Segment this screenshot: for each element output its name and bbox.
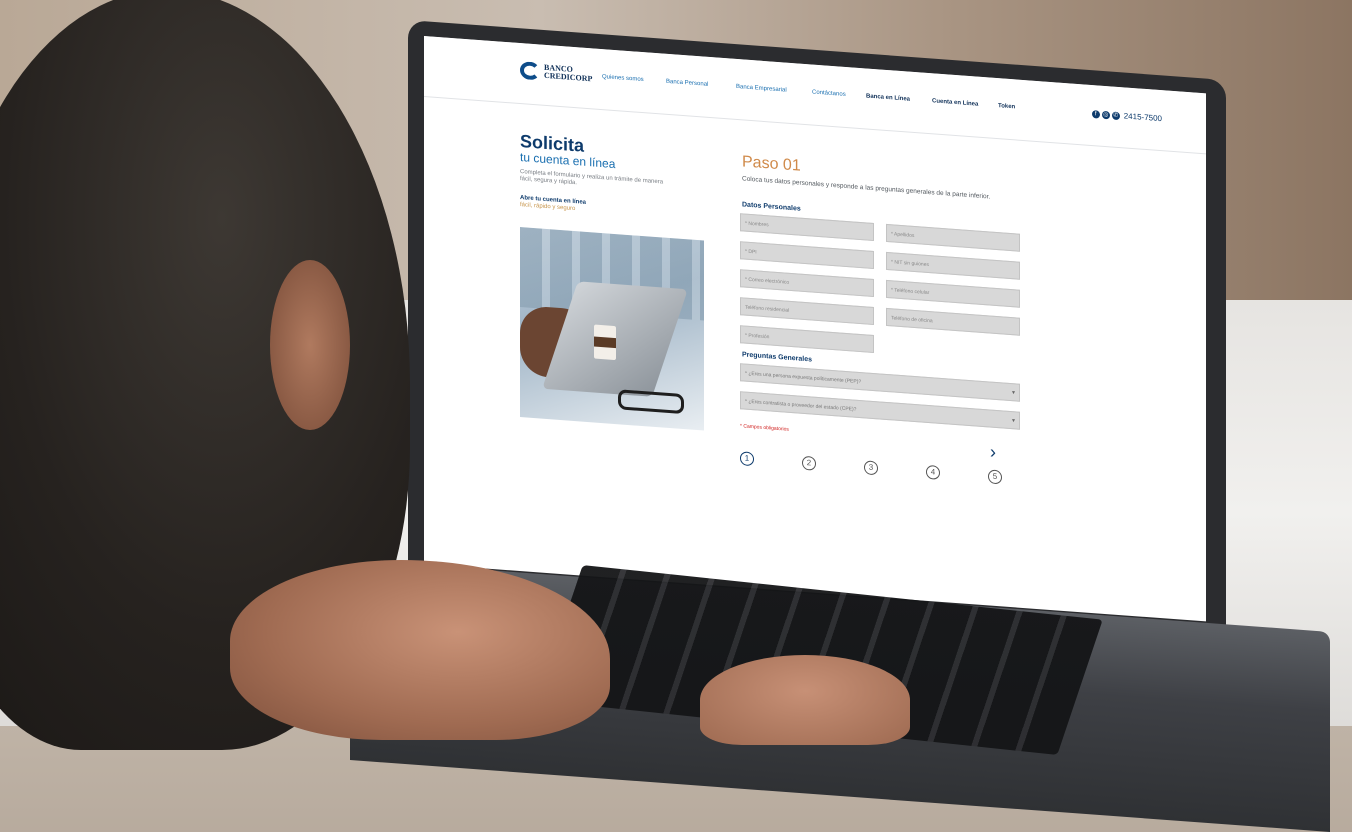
chevron-down-icon: ▾ xyxy=(1011,418,1015,425)
person-right-hand xyxy=(700,655,910,745)
name-field[interactable]: * Nombres xyxy=(740,213,874,242)
step-title: Paso 01 xyxy=(742,153,801,175)
dpi-field[interactable]: * DPI xyxy=(740,241,874,270)
person-ear xyxy=(270,260,350,430)
hero-description: Completa el formulario y realiza un trám… xyxy=(520,169,664,187)
cpe-question-label: * ¿Eres contratista o proveedor del esta… xyxy=(745,398,857,413)
chevron-down-icon: ▾ xyxy=(1011,390,1015,397)
email-field[interactable]: * Correo electrónico xyxy=(740,269,874,298)
home-phone-field[interactable]: Teléfono residencial xyxy=(740,297,874,326)
nav-link-banca-personal[interactable]: Banca Personal xyxy=(666,79,736,90)
mobile-phone-field[interactable]: * Teléfono celular xyxy=(886,279,1020,308)
nav-link-token[interactable]: Token xyxy=(998,103,1028,111)
nav-link-banca-en-linea[interactable]: Banca en Línea xyxy=(866,93,932,104)
step-indicator-3[interactable]: 3 xyxy=(864,460,878,476)
step-indicator-4[interactable]: 4 xyxy=(926,464,940,480)
nit-field[interactable]: * NIT sin guiones xyxy=(886,251,1020,280)
bank-logo[interactable]: BANCO CREDICORP xyxy=(520,61,592,84)
instagram-icon[interactable]: ◎ xyxy=(1101,110,1110,119)
nav-links: Quienes somos Banca Personal Banca Empre… xyxy=(602,74,1028,111)
contact-phone: f ◎ ✆ 2415-7500 xyxy=(1091,109,1162,123)
section-personal-data: Datos Personales xyxy=(742,201,801,213)
nav-link-cuenta-en-linea[interactable]: Cuenta en Línea xyxy=(932,98,998,109)
facebook-icon[interactable]: f xyxy=(1091,109,1100,119)
hero-photo xyxy=(520,227,704,431)
phone-icon[interactable]: ✆ xyxy=(1111,111,1120,120)
nav-link-banca-empresarial[interactable]: Banca Empresarial xyxy=(736,84,812,96)
photo-cup-band xyxy=(594,336,616,349)
pep-question-label: * ¿Eres una persona expuesta políticamen… xyxy=(745,370,862,386)
laptop-screen: BANCO CREDICORP Quienes somos Banca Pers… xyxy=(424,36,1206,622)
step-indicator-1[interactable]: 1 xyxy=(740,451,754,467)
page-subtitle: tu cuenta en línea xyxy=(520,150,616,172)
office-phone-field[interactable]: Teléfono de oficina xyxy=(886,307,1020,336)
lastname-field[interactable]: * Apellidos xyxy=(886,223,1020,252)
step-indicator-2[interactable]: 2 xyxy=(802,455,816,471)
required-fields-note: * Campos obligatorios xyxy=(740,423,789,433)
profession-field[interactable]: * Profesión xyxy=(740,325,874,354)
next-step-button[interactable]: › xyxy=(990,442,996,463)
photo-glasses xyxy=(618,389,684,415)
phone-number[interactable]: 2415-7500 xyxy=(1124,111,1162,123)
logo-line-2: CREDICORP xyxy=(544,70,593,84)
nav-link-quienes-somos[interactable]: Quienes somos xyxy=(602,74,666,85)
section-general-questions: Preguntas Generales xyxy=(742,351,813,364)
logo-mark-icon xyxy=(520,61,540,81)
step-description: Coloca tus datos personales y responde a… xyxy=(742,175,991,201)
nav-link-contactanos[interactable]: Contáctanos xyxy=(812,89,866,99)
logo-wordmark: BANCO CREDICORP xyxy=(544,63,593,84)
step-indicator-5[interactable]: 5 xyxy=(988,469,1002,485)
